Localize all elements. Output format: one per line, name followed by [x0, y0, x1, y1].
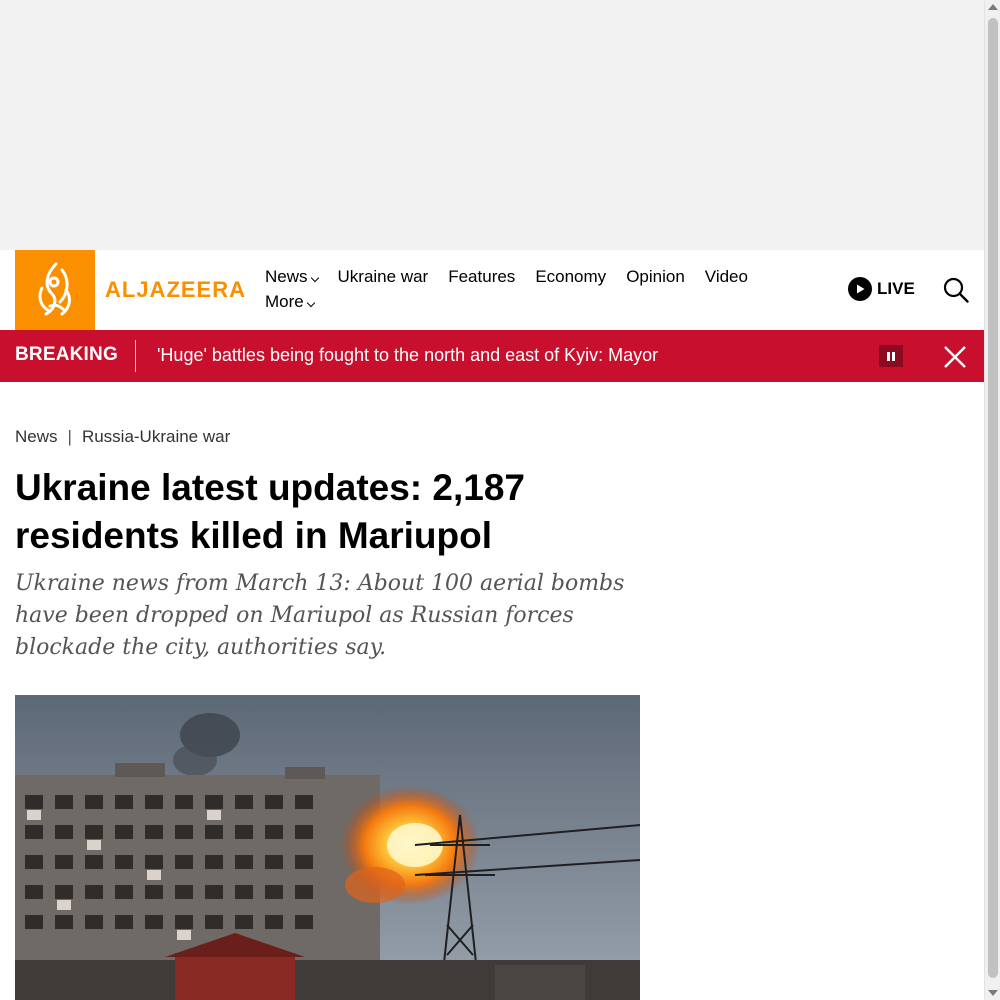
site-header: ALJAZEERA News Ukraine war Features Econ… [0, 250, 984, 330]
close-banner-button[interactable] [942, 344, 968, 370]
nav-item-features[interactable]: Features [448, 266, 515, 287]
nav-item-video[interactable]: Video [705, 266, 748, 287]
article-title: Ukraine latest updates: 2,187 residents … [15, 467, 525, 556]
nav-item-news[interactable]: News [265, 266, 319, 287]
nav-item-ukraine-war[interactable]: Ukraine war [338, 266, 429, 287]
scroll-thumb[interactable] [988, 18, 998, 978]
breaking-news-banner: BREAKING 'Huge' battles being fought to … [0, 330, 984, 382]
search-icon [943, 277, 969, 303]
main-navigation: News Ukraine war Features Economy Opinio… [265, 266, 805, 312]
breadcrumb-link-russia-ukraine-war[interactable]: Russia-Ukraine war [82, 427, 230, 447]
nav-item-label: Opinion [626, 267, 685, 286]
aljazeera-logo-icon [15, 250, 95, 330]
brand-name: ALJAZEERA [105, 277, 247, 302]
live-label: LIVE [877, 279, 915, 298]
nav-item-label: More [265, 292, 304, 311]
nav-item-economy[interactable]: Economy [535, 266, 606, 287]
explosion-photo-illustration [15, 695, 640, 1000]
scroll-up-arrow-icon[interactable] [988, 4, 998, 10]
chevron-down-icon [306, 298, 315, 308]
page-scrollbar[interactable] [984, 0, 1000, 1000]
chevron-down-icon [310, 273, 319, 283]
breaking-divider [135, 340, 136, 372]
live-button[interactable]: LIVE [848, 277, 915, 301]
pause-icon [887, 351, 890, 361]
pause-icon [892, 351, 895, 361]
breaking-headline-link[interactable]: 'Huge' battles being fought to the north… [157, 345, 658, 366]
nav-item-label: News [265, 267, 308, 286]
play-icon [848, 277, 872, 301]
nav-item-label: Video [704, 267, 748, 286]
hero-image [15, 695, 640, 1000]
breadcrumb-separator: | [67, 427, 72, 446]
nav-item-opinion[interactable]: Opinion [626, 266, 685, 287]
breaking-label: BREAKING [15, 344, 118, 365]
site-logo-link[interactable]: ALJAZEERA [15, 250, 246, 330]
breadcrumb: News | Russia-Ukraine war [15, 427, 230, 447]
scroll-down-arrow-icon[interactable] [988, 990, 998, 996]
nav-item-label: Economy [535, 267, 607, 286]
article-subtitle: Ukraine news from March 13: About 100 ae… [15, 571, 625, 660]
breadcrumb-link-news[interactable]: News [15, 427, 58, 447]
advertisement-slot [0, 0, 984, 250]
close-icon [944, 346, 966, 368]
nav-item-label: Ukraine war [337, 267, 429, 286]
nav-item-label: Features [448, 267, 516, 286]
pause-button[interactable] [879, 345, 903, 367]
search-button[interactable] [942, 276, 970, 304]
nav-item-more[interactable]: More [265, 291, 315, 312]
